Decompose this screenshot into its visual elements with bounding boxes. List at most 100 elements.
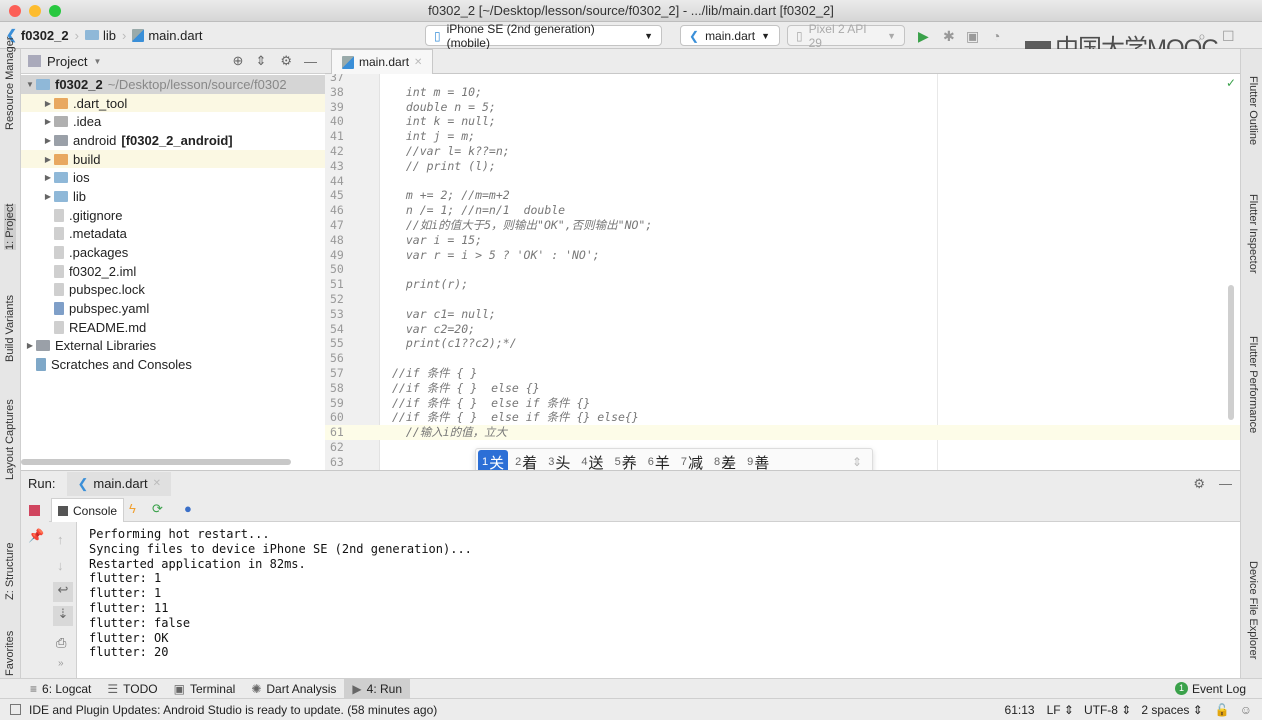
caret-position[interactable]: 61:13: [1005, 703, 1035, 717]
tree-item[interactable]: ▶ android [f0302_2_android]: [21, 131, 325, 150]
tree-item[interactable]: .packages: [21, 243, 325, 262]
hot-restart-icon[interactable]: ⟳: [152, 501, 163, 517]
console-output[interactable]: Performing hot restart... Syncing files t…: [77, 522, 1240, 678]
event-log-button[interactable]: 1 Event Log: [1174, 682, 1246, 696]
right-tab-flutter-performance[interactable]: Flutter Performance: [1247, 336, 1259, 433]
code-line[interactable]: 52: [325, 292, 1240, 307]
code-line[interactable]: 45 m += 2; //m=m+2: [325, 188, 1240, 203]
code-line[interactable]: 61 //输入i的值，立大: [325, 425, 1240, 440]
bottom-tab-6-logcat[interactable]: ≡ 6: Logcat: [22, 679, 99, 699]
code-line[interactable]: 40 int k = null;: [325, 114, 1240, 129]
expand-arrow-icon[interactable]: ▶: [42, 136, 54, 145]
expand-arrow-icon[interactable]: ▶: [42, 117, 54, 126]
account-icon[interactable]: ☐: [1222, 28, 1235, 45]
hide-panel-icon[interactable]: —: [304, 54, 317, 69]
hot-reload-icon[interactable]: ϟ: [129, 501, 136, 516]
expand-arrow-icon[interactable]: ▶: [42, 99, 54, 108]
hide-panel-icon[interactable]: —: [1219, 476, 1232, 491]
code-line[interactable]: 58 //if 条件 { } else {}: [325, 381, 1240, 396]
code-line[interactable]: 38 int m = 10;: [325, 85, 1240, 100]
expand-arrow-icon[interactable]: ▶: [42, 173, 54, 182]
code-line[interactable]: 46 n /= 1; //n=n/1 double: [325, 203, 1240, 218]
locate-icon[interactable]: ⊕: [233, 53, 244, 69]
close-tab-icon[interactable]: ✕: [414, 57, 422, 68]
status-message[interactable]: IDE and Plugin Updates: Android Studio i…: [29, 703, 437, 717]
file-encoding[interactable]: UTF-8 ⇕: [1084, 703, 1131, 717]
debug-icon[interactable]: ✱: [943, 28, 955, 45]
code-line[interactable]: 49 var r = i > 5 ? 'OK' : 'NO';: [325, 248, 1240, 263]
minimize-window-button[interactable]: [29, 5, 41, 17]
right-tab-flutter-inspector[interactable]: Flutter Inspector: [1247, 194, 1259, 273]
project-view-selector[interactable]: Project: [47, 54, 87, 69]
line-separator[interactable]: LF ⇕: [1047, 703, 1074, 717]
code-editor[interactable]: 37 38 int m = 10; 39 double n = 5; 40 int k…: [325, 74, 1240, 470]
left-tab-1-project[interactable]: 1: Project: [4, 203, 16, 250]
tree-item[interactable]: Scratches and Consoles: [21, 355, 325, 374]
left-tab-resource-manager[interactable]: Resource Manager: [4, 36, 16, 130]
run-icon[interactable]: ▶: [918, 28, 929, 45]
code-line[interactable]: 48 var i = 15;: [325, 233, 1240, 248]
scroll-down-icon[interactable]: ↓: [57, 558, 64, 573]
tree-item[interactable]: .gitignore: [21, 206, 325, 225]
pin-icon[interactable]: 📌: [28, 528, 44, 544]
code-line[interactable]: 56: [325, 351, 1240, 366]
code-line[interactable]: 60 //if 条件 { } else if 条件 {} else{}: [325, 410, 1240, 425]
inspector-icon[interactable]: ☺: [1240, 703, 1252, 717]
tree-item[interactable]: ▶ ios: [21, 168, 325, 187]
code-line[interactable]: 51 print(r);: [325, 277, 1240, 292]
breadcrumb-lib[interactable]: lib: [79, 28, 122, 43]
device-selector[interactable]: ▯ iPhone SE (2nd generation) (mobile) ▼: [425, 22, 662, 50]
left-tab-layout-captures[interactable]: Layout Captures: [4, 399, 16, 480]
expand-arrow-icon[interactable]: ▶: [42, 155, 54, 164]
chevron-down-icon[interactable]: ▼: [93, 57, 101, 66]
bottom-tab-todo[interactable]: ☰ TODO: [99, 679, 165, 699]
maximize-window-button[interactable]: [49, 5, 61, 17]
gear-icon[interactable]: ⚙: [1193, 476, 1205, 492]
attach-icon[interactable]: ▣: [966, 28, 979, 45]
tree-item[interactable]: pubspec.yaml: [21, 299, 325, 318]
code-line[interactable]: 44: [325, 174, 1240, 189]
emulator-selector[interactable]: ▯ Pixel 2 API 29 ▼: [787, 22, 905, 50]
editor-tab-main-dart[interactable]: main.dart ✕: [331, 49, 434, 74]
devtools-icon[interactable]: ●: [184, 501, 192, 516]
expand-arrow-icon[interactable]: ▶: [42, 192, 54, 201]
ime-page-arrows-icon[interactable]: ⇕: [852, 455, 862, 469]
tree-item[interactable]: ▶ lib: [21, 187, 325, 206]
code-line[interactable]: 50: [325, 262, 1240, 277]
expand-arrow-icon[interactable]: ▼: [24, 80, 36, 89]
tree-item[interactable]: ▼ f0302_2 ~/Desktop/lesson/source/f0302: [21, 75, 325, 94]
expand-arrow-icon[interactable]: ▶: [24, 341, 36, 350]
close-tab-icon[interactable]: ✕: [153, 478, 161, 489]
right-tab-device-file-explorer[interactable]: Device File Explorer: [1247, 561, 1259, 659]
horizontal-scrollbar[interactable]: [21, 459, 291, 465]
editor-vertical-scrollbar[interactable]: [1228, 285, 1234, 420]
toggle-tool-windows-icon[interactable]: [10, 704, 21, 715]
code-line[interactable]: 39 double n = 5;: [325, 100, 1240, 115]
code-line[interactable]: 53 var c1= null;: [325, 307, 1240, 322]
tree-item[interactable]: pubspec.lock: [21, 281, 325, 300]
left-tab-z-structure[interactable]: Z: Structure: [4, 543, 16, 600]
collapse-all-icon[interactable]: ⇕: [255, 53, 266, 69]
tree-item[interactable]: .metadata: [21, 225, 325, 244]
tree-item[interactable]: ▶ build: [21, 149, 325, 169]
tree-item[interactable]: ▶ .dart_tool: [21, 93, 325, 113]
tree-item[interactable]: ▶ .idea: [21, 112, 325, 131]
code-line[interactable]: 59 //if 条件 { } else if 条件 {}: [325, 396, 1240, 411]
soft-wrap-icon[interactable]: ↩: [53, 582, 73, 602]
code-line[interactable]: 37: [325, 74, 1240, 85]
indent-setting[interactable]: 2 spaces ⇕: [1141, 703, 1202, 717]
gear-icon[interactable]: ⚙: [280, 53, 292, 69]
tree-item[interactable]: f0302_2.iml: [21, 262, 325, 281]
left-tab-favorites[interactable]: Favorites: [4, 631, 16, 676]
code-line[interactable]: 57 //if 条件 { }: [325, 366, 1240, 381]
console-tab[interactable]: Console: [51, 498, 125, 522]
bottom-tab-4-run[interactable]: ▶ 4: Run: [344, 678, 410, 699]
run-tab-main-dart[interactable]: ❮ main.dart ✕: [67, 471, 171, 496]
lock-icon[interactable]: 🔓: [1215, 703, 1230, 717]
scroll-up-icon[interactable]: ↑: [57, 532, 64, 547]
print-icon[interactable]: ⎙: [56, 635, 66, 651]
more-icon[interactable]: »: [58, 658, 64, 669]
breadcrumb-file[interactable]: main.dart: [126, 28, 208, 43]
code-line[interactable]: 42 //var l= k??=n;: [325, 144, 1240, 159]
stop-icon[interactable]: [29, 505, 40, 516]
